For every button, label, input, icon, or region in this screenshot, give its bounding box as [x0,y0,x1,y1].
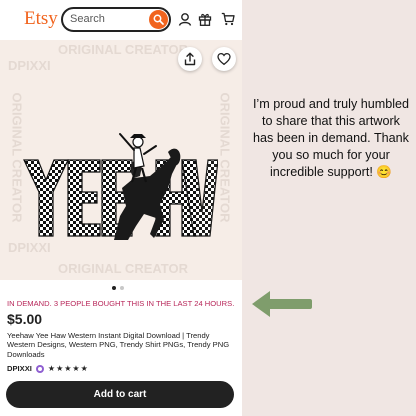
search-icon [153,14,164,25]
top-navigation-bar: Etsy Search [0,0,242,40]
price: $5.00 [7,311,43,327]
search-input[interactable]: Search [70,13,105,25]
watermark-shop: DPIXXI [8,58,51,73]
favorite-button[interactable] [212,47,236,71]
watermark-text: ORIGINAL CREATOR [58,42,189,57]
shop-name[interactable]: DPIXXI [7,364,32,373]
rating-stars: ★★★★★ [47,364,89,373]
add-to-cart-button[interactable]: Add to cart [6,381,234,408]
shop-info[interactable]: DPIXXI ★★★★★ [7,364,89,373]
product-image[interactable]: ORIGINAL CREATOR DPIXXI ORIGINAL CREATOR… [0,40,242,280]
gift-icon[interactable] [198,12,212,26]
listing-title: Yeehaw Yee Haw Western Instant Digital D… [7,331,230,359]
etsy-logo[interactable]: Etsy [24,8,58,30]
search-bar[interactable]: Search [61,7,171,32]
phone-screen: Etsy Search ORIGINAL CREATOR DPIXXI ORIG… [0,0,242,416]
share-icon [184,52,196,66]
carousel-indicator[interactable] [112,286,124,290]
star-seller-badge-icon [35,364,44,373]
carousel-dot[interactable] [120,286,124,290]
yeehaw-artwork [22,122,218,242]
cart-icon[interactable] [221,12,235,26]
watermark-shop: DPIXXI [8,240,51,255]
caption-message: I’m proud and truly humbled to share tha… [252,97,410,179]
checkered-pattern [23,133,218,240]
search-button[interactable] [149,10,168,29]
account-icon[interactable] [178,12,192,26]
demand-notice: IN DEMAND. 3 PEOPLE BOUGHT THIS IN THE L… [7,299,235,308]
watermark-text: ORIGINAL CREATOR [217,92,233,223]
heart-icon [217,52,231,66]
arrow-left-icon [252,291,312,317]
carousel-dot-active[interactable] [112,286,116,290]
share-button[interactable] [178,47,202,71]
watermark-text: ORIGINAL CREATOR [58,261,189,276]
